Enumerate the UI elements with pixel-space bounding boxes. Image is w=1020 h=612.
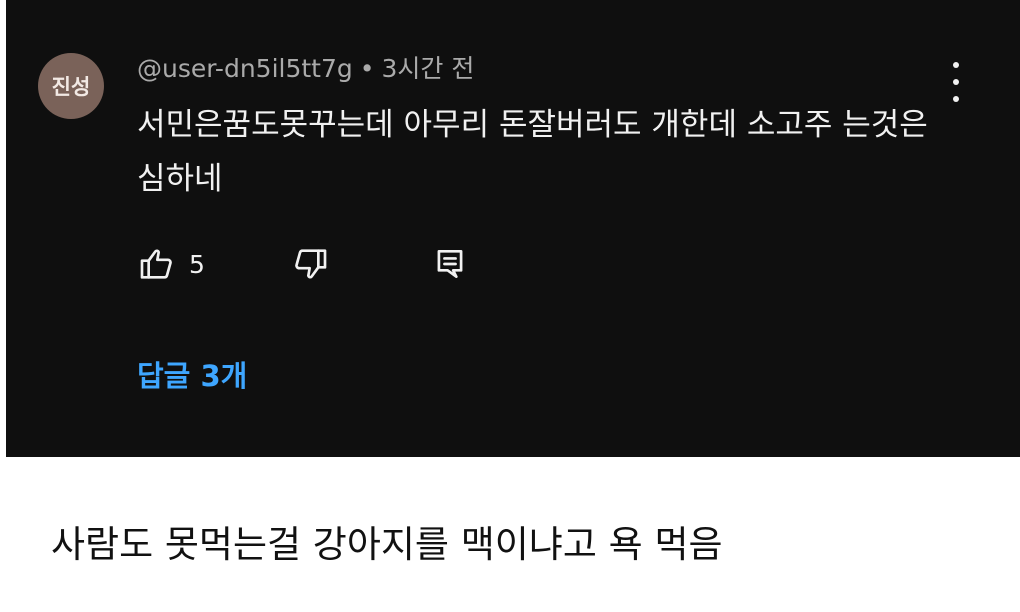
caption-text: 사람도 못먹는걸 강아지를 맥이냐고 욕 먹음	[51, 523, 723, 566]
avatar[interactable]: 진성	[38, 53, 104, 119]
username[interactable]: @user-dn5il5tt7g	[137, 54, 353, 83]
more-vert-icon[interactable]	[946, 62, 966, 102]
reply-icon	[437, 249, 463, 279]
like-button[interactable]: 5	[137, 244, 205, 284]
comment-panel: 진성 @user-dn5il5tt7g • 3시간 전 서민은꿈도못꾸는데 아무리 …	[6, 0, 1020, 457]
meta-separator: •	[359, 54, 375, 83]
reply-button[interactable]	[431, 244, 469, 284]
thumbs-down-icon	[295, 249, 327, 279]
replies-link[interactable]: 답글 3개	[137, 356, 247, 396]
comment-meta: @user-dn5il5tt7g • 3시간 전	[137, 54, 474, 84]
comment-text: 서민은꿈도못꾸는데 아무리 돈잘버러도 개한데 소고주 는것은 심하네	[137, 107, 928, 197]
dislike-button[interactable]	[290, 244, 330, 284]
like-count: 5	[189, 249, 205, 279]
timestamp: 3시간 전	[381, 54, 475, 83]
thumbs-up-icon	[140, 249, 172, 279]
comment-actions: 5	[137, 244, 497, 284]
